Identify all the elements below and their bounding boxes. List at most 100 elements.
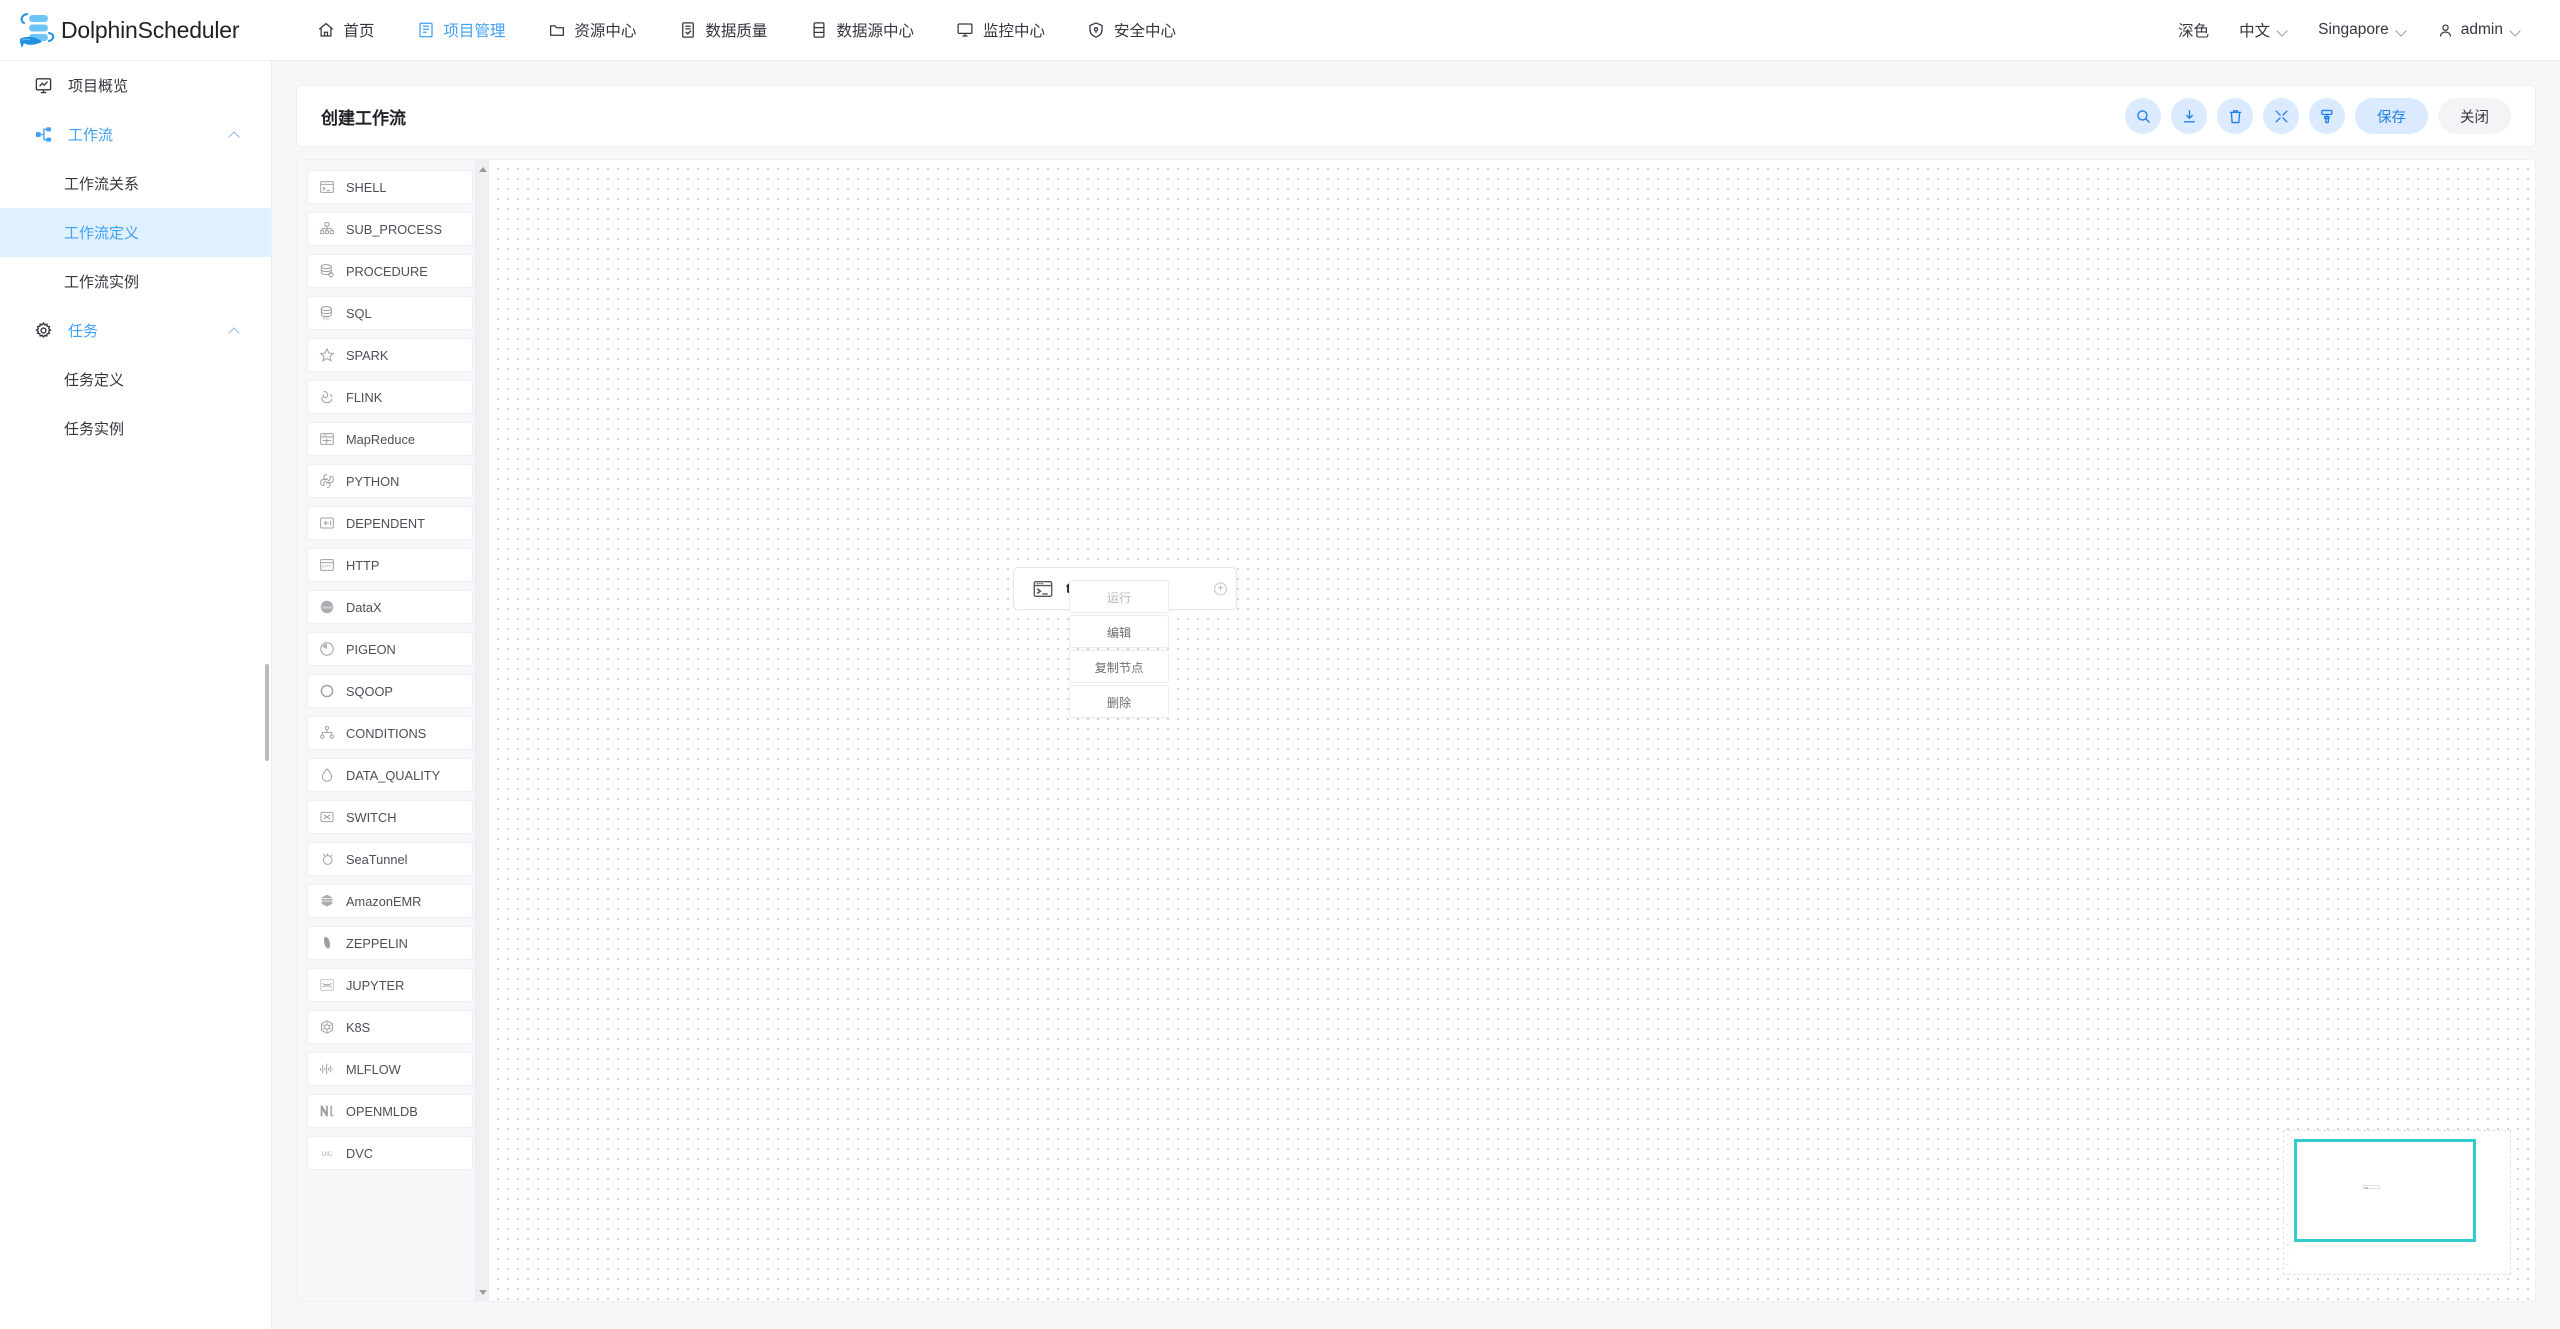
plus-icon[interactable]: +	[1214, 582, 1227, 595]
nav-item-data-quality[interactable]: 数据质量	[657, 0, 788, 60]
palette-item-conditions[interactable]: CONDITIONS	[307, 716, 473, 750]
sidebar-group-workflow[interactable]: 工作流	[0, 110, 271, 159]
palette-item-zeppelin-label: ZEPPELIN	[346, 935, 408, 951]
palette-item-mlflow[interactable]: MLFLOW	[307, 1052, 473, 1086]
palette-item-datax[interactable]: DataX DataX	[307, 590, 473, 624]
sidebar-item-task-instance-label: 任务实例	[64, 421, 125, 438]
sidebar-group-workflow-label: 工作流	[68, 127, 114, 144]
context-menu-item-delete[interactable]: 删除	[1069, 685, 1169, 718]
delete-button[interactable]	[2217, 98, 2253, 134]
palette-item-zeppelin[interactable]: ZEPPELIN	[307, 926, 473, 960]
theme-toggle[interactable]: 深色	[2163, 19, 2224, 41]
nav-item-home[interactable]: 首页	[295, 0, 395, 60]
sidebar-item-task-definition[interactable]: 任务定义	[0, 355, 271, 404]
brand-name: DolphinScheduler	[61, 16, 240, 43]
save-button[interactable]: 保存	[2355, 98, 2428, 134]
nav-item-security[interactable]: 安全中心	[1066, 0, 1197, 60]
theme-toggle-label: 深色	[2178, 23, 2210, 40]
palette-item-jupyter[interactable]: JUPYTER	[307, 968, 473, 1002]
fullscreen-icon	[2273, 108, 2290, 125]
nav-right-controls: 深色 中文 Singapore admin	[2163, 19, 2560, 41]
palette-item-k8s-label: K8S	[346, 1019, 371, 1035]
nav-item-monitor-label: 监控中心	[982, 23, 1045, 40]
sidebar-scrollbar[interactable]	[265, 664, 269, 761]
search-button[interactable]	[2125, 98, 2161, 134]
context-menu-item-edit[interactable]: 编辑	[1069, 615, 1169, 648]
context-menu-item-copy-node-label: 复制节点	[1094, 660, 1144, 675]
sidebar-item-workflow-definition[interactable]: 工作流定义	[0, 208, 271, 257]
top-navigation-bar: DolphinScheduler 首页 项目管理 资源中心 数据质量 数据源中心…	[0, 0, 2560, 61]
palette-item-dependent[interactable]: DEPENDENT	[307, 506, 473, 540]
nav-item-project-label: 项目管理	[443, 23, 506, 40]
save-button-label: 保存	[2377, 109, 2406, 126]
palette-item-http[interactable]: HTTP HTTP	[307, 548, 473, 582]
palette-item-sqoop[interactable]: SQOOP	[307, 674, 473, 708]
pigeon-icon	[318, 641, 335, 658]
minimap-viewport[interactable]	[2294, 1139, 2476, 1242]
folder-icon	[547, 21, 566, 40]
palette-scrollbar[interactable]	[475, 160, 489, 1301]
palette-item-amazonemr[interactable]: AmazonEMR	[307, 884, 473, 918]
palette-item-switch-label: SWITCH	[346, 809, 397, 825]
context-menu-item-run-label: 运行	[1106, 590, 1132, 605]
palette-item-openmldb[interactable]: OPENMLDB	[307, 1094, 473, 1128]
shield-icon	[1087, 21, 1106, 40]
spark-icon	[318, 347, 335, 364]
close-button[interactable]: 关闭	[2438, 98, 2511, 134]
svg-text:D\C: D\C	[321, 1152, 332, 1158]
context-menu-item-edit-label: 编辑	[1106, 625, 1132, 640]
language-selector[interactable]: 中文	[2224, 19, 2303, 41]
palette-item-pigeon[interactable]: PIGEON	[307, 632, 473, 666]
brand[interactable]: DolphinScheduler	[14, 9, 240, 51]
palette-item-mapreduce[interactable]: MR MapReduce	[307, 422, 473, 456]
sidebar-item-workflow-instance[interactable]: 工作流实例	[0, 257, 271, 306]
palette-item-flink[interactable]: FLINK	[307, 380, 473, 414]
palette-item-procedure[interactable]: PROCEDURE	[307, 254, 473, 288]
shell-icon	[1032, 578, 1054, 600]
dependent-icon	[318, 515, 335, 532]
palette-item-sql[interactable]: SQL SQL	[307, 296, 473, 330]
palette-item-amazonemr-label: AmazonEMR	[346, 893, 422, 909]
palette-item-k8s[interactable]: K8S	[307, 1010, 473, 1044]
palette-item-flink-label: FLINK	[346, 389, 383, 405]
context-menu-item-run[interactable]: 运行	[1069, 580, 1169, 613]
canvas-minimap[interactable]	[2283, 1130, 2511, 1275]
palette-item-dvc[interactable]: D\C DVC	[307, 1136, 473, 1170]
scroll-down-icon[interactable]	[476, 1285, 489, 1299]
nav-item-resource[interactable]: 资源中心	[526, 0, 657, 60]
scroll-up-icon[interactable]	[476, 162, 489, 176]
gear-icon	[33, 321, 53, 341]
palette-item-sub-process[interactable]: SUB_PROCESS	[307, 212, 473, 246]
palette-item-data-quality[interactable]: DATA_QUALITY	[307, 758, 473, 792]
close-button-label: 关闭	[2460, 109, 2489, 126]
context-menu-item-copy-node[interactable]: 复制节点	[1069, 650, 1169, 683]
sidebar-item-overview-label: 项目概览	[68, 78, 129, 95]
palette-item-shell[interactable]: SHELL	[307, 170, 473, 204]
palette-item-dvc-label: DVC	[346, 1145, 374, 1161]
sidebar-item-task-instance[interactable]: 任务实例	[0, 404, 271, 453]
designer-toolbar: 保存 关闭	[2125, 98, 2511, 134]
user-menu[interactable]: admin	[2422, 21, 2536, 39]
timezone-selector[interactable]: Singapore	[2303, 21, 2422, 39]
sidebar-item-workflow-relation[interactable]: 工作流关系	[0, 159, 271, 208]
nav-item-monitor[interactable]: 监控中心	[935, 0, 1066, 60]
sqoop-icon	[318, 683, 335, 700]
sidebar-item-overview[interactable]: 项目概览	[0, 61, 271, 110]
nav-item-data-quality-label: 数据质量	[705, 23, 768, 40]
sidebar-group-task[interactable]: 任务	[0, 306, 271, 355]
nav-item-datasource[interactable]: 数据源中心	[788, 0, 935, 60]
palette-item-seatunnel[interactable]: SeaTunnel	[307, 842, 473, 876]
workflow-canvas[interactable]: test + 运行 编辑 复制节点 删除	[489, 160, 2535, 1301]
nav-item-project[interactable]: 项目管理	[395, 0, 526, 60]
svg-text:HTTP: HTTP	[321, 565, 331, 569]
minimap-node	[2363, 1185, 2380, 1190]
palette-item-jupyter-label: JUPYTER	[346, 977, 405, 993]
palette-item-switch[interactable]: SWITCH	[307, 800, 473, 834]
palette-item-python[interactable]: PYTHON	[307, 464, 473, 498]
fullscreen-button[interactable]	[2263, 98, 2299, 134]
palette-item-shell-label: SHELL	[346, 179, 387, 195]
sidebar-group-task-label: 任务	[68, 323, 99, 340]
palette-item-spark[interactable]: SPARK	[307, 338, 473, 372]
download-button[interactable]	[2171, 98, 2207, 134]
format-button[interactable]	[2309, 98, 2345, 134]
